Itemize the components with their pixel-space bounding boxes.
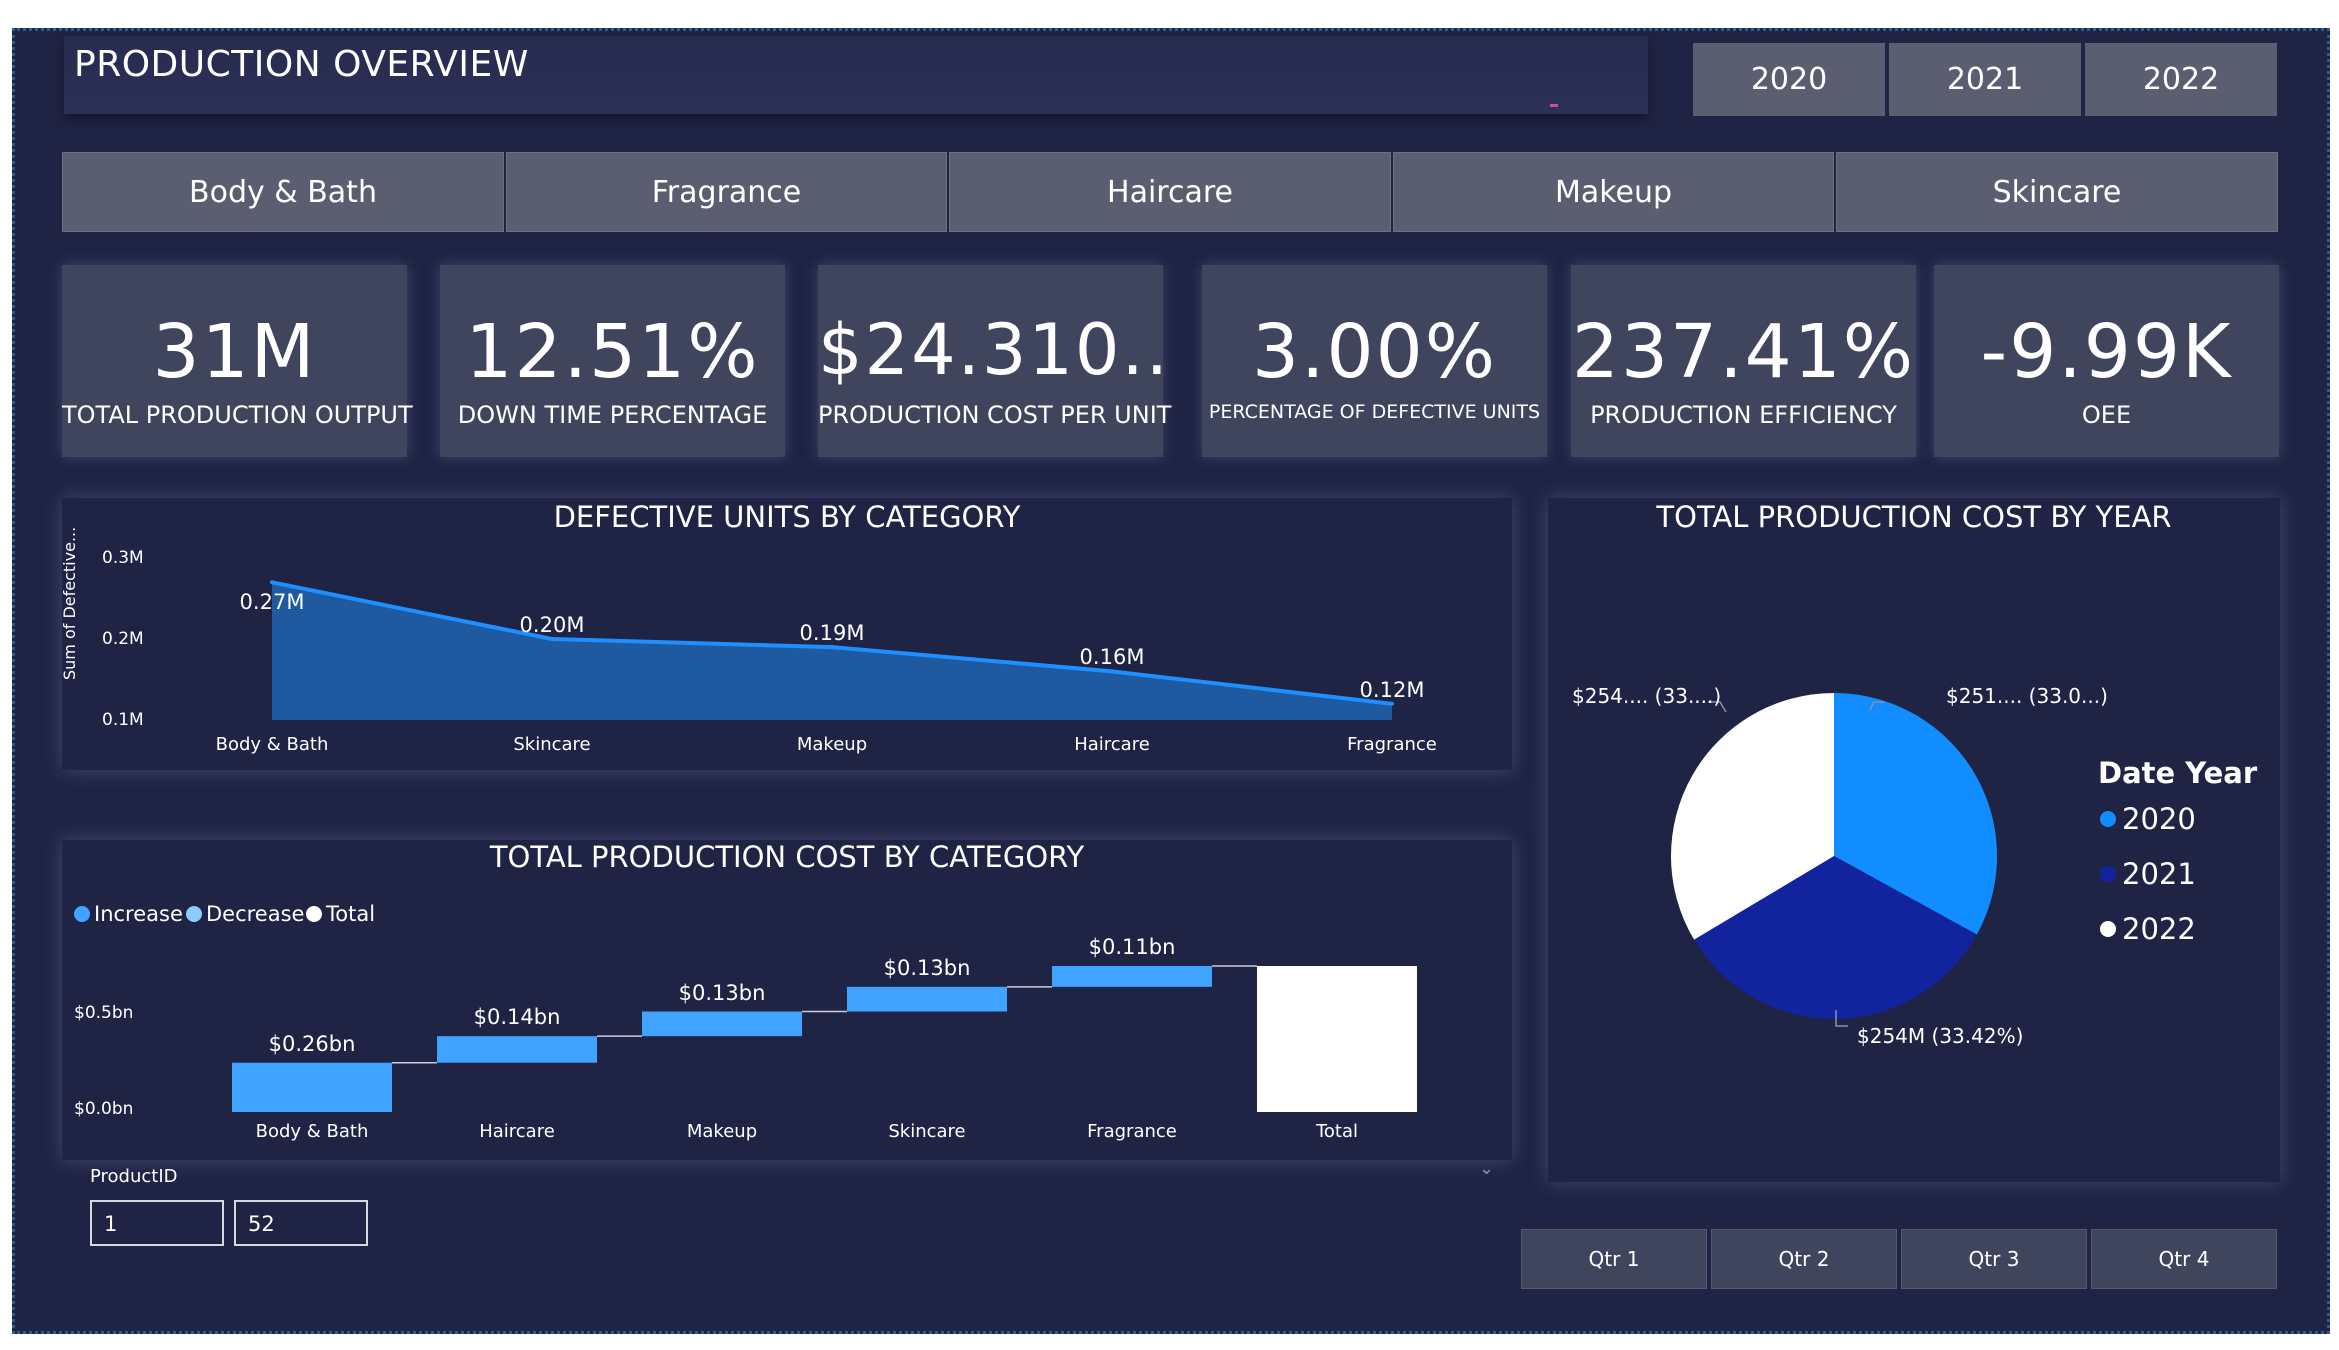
total-bar xyxy=(1257,966,1417,1112)
x-tick-label: Fragrance xyxy=(1087,1121,1177,1142)
kpi-label: DOWN TIME PERCENTAGE xyxy=(457,401,768,429)
data-point xyxy=(550,637,554,641)
increase-bar xyxy=(1052,966,1212,987)
data-label: 0.19M xyxy=(799,621,865,646)
kpi-label: PRODUCTION EFFICIENCY xyxy=(1590,401,1897,429)
pie-chart xyxy=(1671,693,1997,1027)
x-tick-label: Body & Bath xyxy=(215,734,329,755)
kpi-value: 3.00% xyxy=(1251,309,1498,395)
data-point xyxy=(1390,701,1394,706)
increase-bar xyxy=(232,1062,392,1112)
data-point xyxy=(1110,669,1114,674)
x-tick-label: Haircare xyxy=(479,1121,555,1142)
data-label: 0.12M xyxy=(1359,677,1425,702)
legend-item-2022[interactable]: 2022 xyxy=(2100,912,2196,946)
data-label: $0.11bn xyxy=(1088,935,1176,959)
production-cost-year-panel: TOTAL PRODUCTION COST BY YEAR $251.... (… xyxy=(1548,498,2280,1182)
kpi-label: PERCENTAGE OF DEFECTIVE UNITS xyxy=(1208,401,1541,423)
kpi-card-cost-per-unit: $24.310... PRODUCTION COST PER UNIT xyxy=(818,265,1172,457)
pie-data-label: $254.... (33....) xyxy=(1572,684,1722,708)
legend-item-2020[interactable]: 2020 xyxy=(2100,802,2196,836)
x-tick-label: Body & Bath xyxy=(255,1121,369,1142)
category-button-makeup[interactable]: Makeup xyxy=(1393,152,1834,232)
legend-title: Date Year xyxy=(2098,756,2258,790)
legend-label: 2021 xyxy=(2122,857,2196,891)
year-button-2021[interactable]: 2021 xyxy=(1889,43,2081,116)
data-label: 0.20M xyxy=(519,613,585,637)
x-tick-label: Haircare xyxy=(1074,734,1150,755)
header-title-bar: PRODUCTION OVERVIEW xyxy=(64,36,1648,114)
data-label: $0.14bn xyxy=(473,1005,561,1030)
data-label: $0.13bn xyxy=(678,980,766,1005)
waterfall-chart xyxy=(232,965,1417,1112)
title-accent xyxy=(1550,104,1558,107)
legend-dot xyxy=(2100,921,2116,937)
area-fill xyxy=(272,582,1392,720)
legend-dot xyxy=(2100,811,2116,827)
quarter-button-3[interactable]: Qtr 3 xyxy=(1901,1229,2087,1289)
increase-bar xyxy=(847,986,1007,1012)
data-label: $0.26bn xyxy=(268,1031,356,1056)
data-label: $0.13bn xyxy=(883,955,971,980)
kpi-card-downtime: 12.51% DOWN TIME PERCENTAGE xyxy=(440,265,785,457)
category-button-haircare[interactable]: Haircare xyxy=(949,152,1391,232)
quarter-button-2[interactable]: Qtr 2 xyxy=(1711,1229,1897,1289)
x-tick-label: Total xyxy=(1315,1121,1359,1142)
data-point xyxy=(830,645,834,650)
kpi-card-efficiency: 237.41% PRODUCTION EFFICIENCY xyxy=(1571,265,1916,457)
kpi-value: 12.51% xyxy=(465,309,760,395)
year-button-2022[interactable]: 2022 xyxy=(2085,43,2277,116)
x-tick-label: Skincare xyxy=(513,734,591,755)
category-button-body-bath[interactable]: Body & Bath xyxy=(62,152,504,232)
data-label: 0.27M xyxy=(239,590,305,615)
kpi-card-defective-pct: 3.00% PERCENTAGE OF DEFECTIVE UNITS xyxy=(1202,265,1547,457)
chevron-down-icon[interactable]: ⌄ xyxy=(1479,1158,1494,1179)
pie-data-label: $254M (33.42%) xyxy=(1857,1024,2024,1048)
pie-data-label: $251.... (33.0...) xyxy=(1946,684,2108,708)
x-tick-label: Makeup xyxy=(686,1121,758,1142)
kpi-value: -9.99K xyxy=(1980,309,2233,395)
legend-dot xyxy=(2100,866,2116,882)
kpi-card-total-output: 31M TOTAL PRODUCTION OUTPUT xyxy=(62,265,413,457)
kpi-card-oee: -9.99K OEE xyxy=(1934,265,2279,457)
production-cost-category-panel: TOTAL PRODUCTION COST BY CATEGORY Increa… xyxy=(62,840,1512,1179)
kpi-value: 237.41% xyxy=(1571,309,1916,395)
page-title: PRODUCTION OVERVIEW xyxy=(74,44,529,85)
kpi-value: $24.310... xyxy=(818,309,1163,391)
category-button-skincare[interactable]: Skincare xyxy=(1836,152,2278,232)
data-label: 0.16M xyxy=(1079,645,1145,670)
legend-label: 2020 xyxy=(2122,802,2196,836)
legend-label: 2022 xyxy=(2122,912,2196,946)
product-id-min-input[interactable]: 1 xyxy=(90,1200,224,1246)
increase-bar xyxy=(437,1036,597,1063)
x-tick-label: Makeup xyxy=(796,734,868,755)
category-button-fragrance[interactable]: Fragrance xyxy=(506,152,947,232)
defective-area-chart xyxy=(270,580,1394,720)
kpi-label: PRODUCTION COST PER UNIT xyxy=(818,401,1172,429)
product-id-max-input[interactable]: 52 xyxy=(234,1200,368,1246)
slicer-label: ProductID xyxy=(90,1166,178,1187)
kpi-label: OEE xyxy=(2081,401,2132,429)
defective-units-panel: DEFECTIVE UNITS BY CATEGORY Sum of Defec… xyxy=(60,498,1512,770)
x-tick-label: Fragrance xyxy=(1347,734,1437,755)
quarter-button-1[interactable]: Qtr 1 xyxy=(1521,1229,1707,1289)
data-point xyxy=(270,580,274,585)
year-button-2020[interactable]: 2020 xyxy=(1693,43,1885,116)
x-tick-label: Skincare xyxy=(888,1121,966,1142)
quarter-button-4[interactable]: Qtr 4 xyxy=(2091,1229,2277,1289)
legend-item-2021[interactable]: 2021 xyxy=(2100,857,2196,891)
increase-bar xyxy=(642,1011,802,1037)
kpi-value: 31M xyxy=(152,309,317,395)
kpi-label: TOTAL PRODUCTION OUTPUT xyxy=(62,401,413,429)
